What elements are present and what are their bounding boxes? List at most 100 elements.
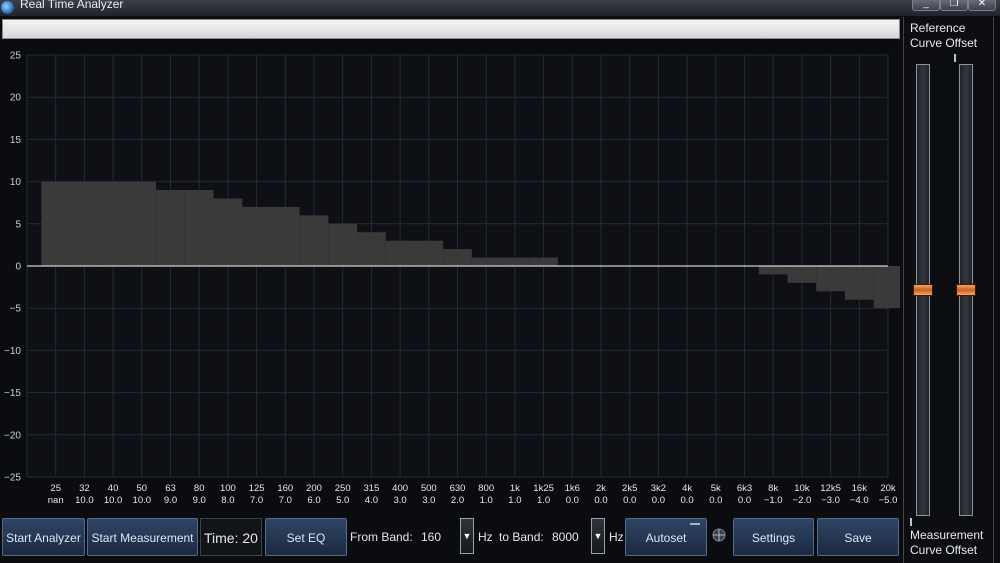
minimize-button[interactable]: _ xyxy=(912,0,940,11)
x-tick-label: 5k xyxy=(711,483,721,494)
x-tick-label: 1k6 xyxy=(565,483,580,494)
bar xyxy=(98,181,128,266)
x-tick-label: 160 xyxy=(277,483,293,494)
bar xyxy=(844,266,874,300)
from-band-dropdown[interactable]: ▼ xyxy=(460,518,474,554)
x-tick-label: 8k xyxy=(768,483,778,494)
x-value-label: 5.0 xyxy=(336,495,349,506)
from-band-label: From Band: xyxy=(350,530,413,544)
bar xyxy=(328,223,358,266)
x-tick-label: 80 xyxy=(194,483,205,494)
bar xyxy=(242,206,271,266)
x-value-label: −5.0 xyxy=(879,495,898,506)
x-tick-label: 1k xyxy=(510,483,520,494)
maximize-button[interactable]: ❐ xyxy=(940,0,968,11)
bar xyxy=(184,190,214,266)
measurement-slider-thumb[interactable] xyxy=(956,284,976,296)
autoset-label: Autoset xyxy=(645,531,687,545)
x-tick-label: 4k xyxy=(682,483,692,494)
bar xyxy=(529,257,558,266)
x-value-label: 0.0 xyxy=(623,495,636,506)
x-tick-label: 3k2 xyxy=(651,483,666,494)
x-value-label: 9.0 xyxy=(193,495,206,506)
target-icon[interactable] xyxy=(712,528,726,542)
y-tick-label: −10 xyxy=(4,346,21,357)
time-label: Time: xyxy=(204,530,239,546)
save-button[interactable]: Save xyxy=(817,518,899,556)
bottom-toolbar: Start Analyzer Start Measurement Time: 2… xyxy=(0,516,903,563)
x-value-label: 4.0 xyxy=(365,495,378,506)
x-value-label: nan xyxy=(48,495,64,506)
x-value-label: 2.0 xyxy=(451,495,464,506)
time-value: 20 xyxy=(242,530,258,546)
autoset-button[interactable]: Autoset xyxy=(625,518,707,556)
chevron-down-icon: ▼ xyxy=(593,531,603,541)
y-tick-label: −15 xyxy=(4,388,21,399)
reference-offset-label: Reference Curve Offset xyxy=(910,21,977,51)
y-tick-label: −5 xyxy=(10,304,22,315)
y-tick-label: 25 xyxy=(10,51,22,62)
x-tick-label: 40 xyxy=(108,483,119,494)
x-value-label: −3.0 xyxy=(821,495,840,506)
bar xyxy=(41,181,71,266)
y-tick-label: −20 xyxy=(4,430,21,441)
x-tick-label: 50 xyxy=(137,483,148,494)
measurement-offset-label-text: Measurement Curve Offset xyxy=(910,528,984,557)
x-tick-label: 63 xyxy=(165,483,176,494)
bar xyxy=(758,266,788,275)
x-value-label: 10.0 xyxy=(104,495,123,506)
hz-label-2: Hz xyxy=(609,530,624,544)
bar xyxy=(414,240,444,266)
bar xyxy=(299,215,329,266)
bar xyxy=(873,266,900,309)
bar xyxy=(127,181,157,266)
x-value-label: 10.0 xyxy=(75,495,94,506)
x-tick-label: 125 xyxy=(249,483,265,494)
settings-button[interactable]: Settings xyxy=(733,518,814,556)
x-tick-label: 16k xyxy=(852,483,868,494)
x-tick-label: 250 xyxy=(335,483,351,494)
x-tick-label: 32 xyxy=(79,483,90,494)
bar xyxy=(443,249,472,266)
x-tick-label: 800 xyxy=(478,483,494,494)
to-band-label: to Band: xyxy=(499,530,544,544)
reference-offset-slider[interactable] xyxy=(913,64,933,516)
x-tick-label: 1k25 xyxy=(533,483,554,494)
x-tick-label: 2k5 xyxy=(622,483,637,494)
x-tick-label: 20k xyxy=(880,483,896,494)
measurement-slider-tick xyxy=(910,518,912,526)
offset-panel: Reference Curve Offset Measurement Curve… xyxy=(903,17,994,563)
x-value-label: 0.0 xyxy=(709,495,722,506)
x-value-label: 0.0 xyxy=(738,495,751,506)
y-tick-label: 20 xyxy=(10,93,22,104)
close-button[interactable]: ✕ xyxy=(968,0,996,11)
x-tick-label: 12k5 xyxy=(820,483,841,494)
bar xyxy=(156,190,185,266)
measurement-offset-slider[interactable] xyxy=(956,64,976,516)
x-tick-label: 25 xyxy=(50,483,61,494)
set-eq-button[interactable]: Set EQ xyxy=(265,518,347,556)
to-band-dropdown[interactable]: ▼ xyxy=(591,518,605,554)
y-tick-label: 0 xyxy=(15,262,21,273)
reference-slider-tick xyxy=(954,54,956,62)
y-tick-label: 5 xyxy=(15,219,21,230)
bar xyxy=(471,257,501,266)
to-band-value[interactable]: 8000 xyxy=(552,518,579,556)
x-value-label: 10.0 xyxy=(133,495,152,506)
x-value-label: 0.0 xyxy=(566,495,579,506)
x-tick-label: 400 xyxy=(392,483,408,494)
bar xyxy=(213,198,243,266)
bar xyxy=(500,257,530,266)
time-field[interactable]: Time: 20 xyxy=(200,518,262,556)
x-value-label: 8.0 xyxy=(221,495,234,506)
start-analyzer-button[interactable]: Start Analyzer xyxy=(2,518,85,556)
window-controls: _ ❐ ✕ xyxy=(904,0,1000,11)
start-measurement-button[interactable]: Start Measurement xyxy=(87,518,198,556)
x-value-label: 6.0 xyxy=(307,495,320,506)
x-tick-label: 315 xyxy=(363,483,379,494)
x-tick-label: 10k xyxy=(794,483,810,494)
bar xyxy=(270,206,300,266)
chevron-down-icon: ▼ xyxy=(462,531,472,541)
from-band-value[interactable]: 160 xyxy=(421,518,441,556)
reference-slider-thumb[interactable] xyxy=(913,284,933,296)
